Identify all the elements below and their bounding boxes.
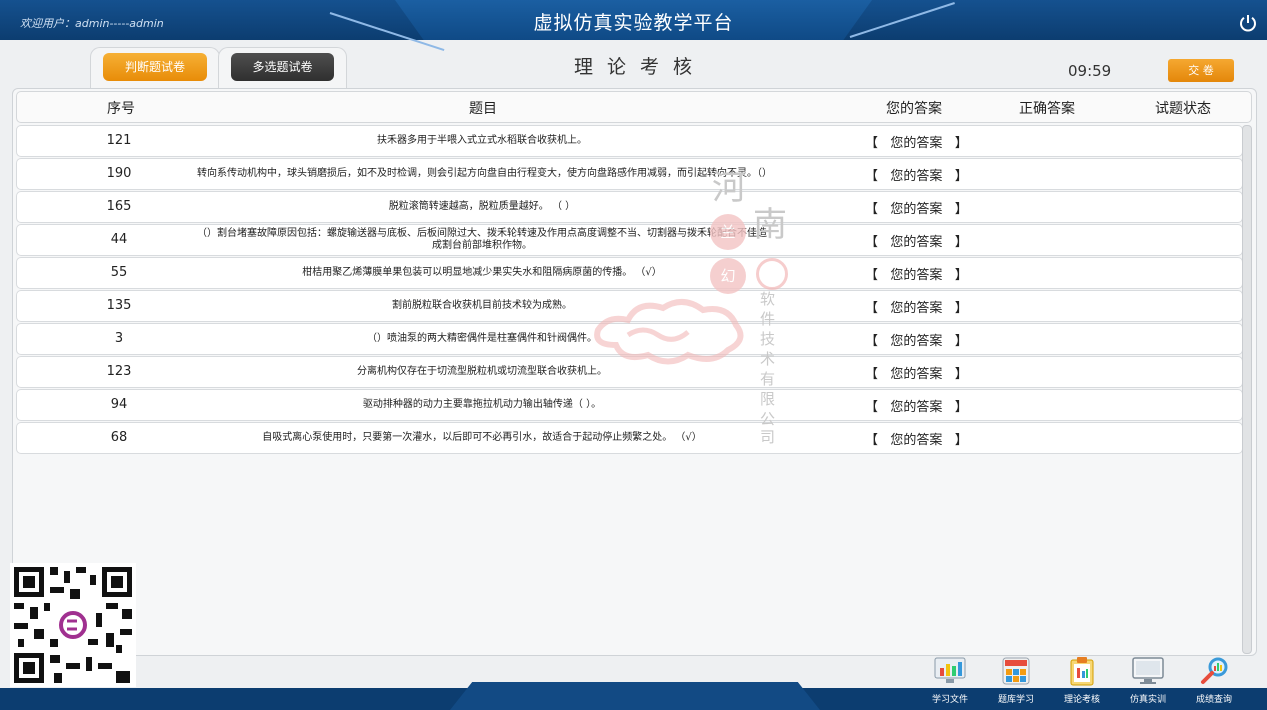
- question-number: 135: [106, 298, 132, 313]
- clipboard-icon: [1070, 657, 1094, 686]
- nav-label: 学习文件: [931, 695, 968, 705]
- watermark-char: 术: [760, 350, 776, 368]
- answer-select[interactable]: 【 您的答案 】: [865, 165, 968, 184]
- watermark-char: 有: [760, 370, 776, 388]
- watermark-char: 南: [753, 205, 787, 245]
- question-number: 3: [114, 331, 124, 346]
- col-question: 题目: [469, 101, 497, 117]
- question-number: 190: [106, 166, 132, 181]
- table-row: 94 驱动排种器的动力主要靠拖拉机动力输出轴传递（ ）。 【 您的答案 】: [16, 389, 1243, 421]
- question-number: 94: [110, 397, 128, 412]
- col-status: 试题状态: [1155, 101, 1211, 117]
- question-text: 脱粒滚筒转速越高，脱粒质量越好。 （ ）: [388, 201, 576, 212]
- question-text: 柑桔用聚乙烯薄膜单果包装可以明显地减少果实失水和阻隔病原菌的传播。 （√）: [302, 267, 662, 278]
- submit-button[interactable]: 交 卷: [1168, 59, 1234, 82]
- question-number: 165: [106, 199, 132, 214]
- table-scrollbar[interactable]: [1242, 125, 1252, 654]
- nav-question-bank[interactable]: 题库学习: [984, 656, 1048, 705]
- table-row: 121 扶禾器多用于半喂入式立式水稻联合收获机上。 【 您的答案 】: [16, 125, 1243, 157]
- nav-label: 题库学习: [997, 695, 1034, 705]
- nav-simulation-training[interactable]: 仿真实训: [1116, 656, 1180, 705]
- col-your-answer: 您的答案: [886, 101, 942, 117]
- answer-select[interactable]: 【 您的答案 】: [865, 297, 968, 316]
- tab-multiple-choice[interactable]: 多选题试卷: [218, 47, 347, 88]
- watermark-seal: 幻: [710, 258, 746, 294]
- answer-select[interactable]: 【 您的答案 】: [865, 330, 968, 349]
- tab-judgment-label[interactable]: 判断题试卷: [103, 53, 207, 81]
- app-title: 虚拟仿真实验教学平台: [533, 12, 734, 34]
- table-row: 68 自吸式离心泵使用时，只要第一次灌水，以后即可不必再引水，故适合于起动停止频…: [16, 422, 1243, 454]
- answer-select[interactable]: 【 您的答案 】: [865, 363, 968, 382]
- table-row: 190 转向系传动机构中，球头销磨损后，如不及时检调，则会引起方向盘自由行程变大…: [16, 158, 1243, 190]
- col-correct-answer: 正确答案: [1019, 101, 1075, 117]
- watermark-char: 件: [760, 310, 776, 328]
- question-text: 转向系传动机构中，球头销磨损后，如不及时检调，则会引起方向盘自由行程变大，使方向…: [197, 168, 772, 179]
- nav-study-files[interactable]: 学习文件: [918, 656, 982, 705]
- table-row: 55 柑桔用聚乙烯薄膜单果包装可以明显地减少果实失水和阻隔病原菌的传播。 （√）…: [16, 257, 1243, 289]
- question-text: 扶禾器多用于半喂入式立式水稻联合收获机上。: [377, 135, 587, 146]
- question-number: 121: [106, 133, 132, 148]
- bottom-bar-plate: [450, 682, 820, 710]
- cloud-logo-watermark: [594, 299, 744, 365]
- power-icon[interactable]: [1238, 13, 1258, 33]
- watermark-seal: 兰: [710, 214, 746, 250]
- question-number: 123: [106, 364, 132, 379]
- tab-multiple-choice-label[interactable]: 多选题试卷: [231, 53, 334, 81]
- nav-score-query[interactable]: 成绩查询: [1182, 656, 1246, 705]
- watermark-char: 软: [760, 290, 776, 308]
- watermark-ring: [756, 258, 788, 290]
- answer-select[interactable]: 【 您的答案 】: [865, 231, 968, 250]
- question-text: 自吸式离心泵使用时，只要第一次灌水，以后即可不必再引水，故适合于起动停止频繁之处…: [262, 432, 702, 443]
- question-number: 55: [110, 265, 128, 280]
- answer-select[interactable]: 【 您的答案 】: [865, 198, 968, 217]
- tab-judgment[interactable]: 判断题试卷: [90, 47, 220, 88]
- answer-select[interactable]: 【 您的答案 】: [865, 264, 968, 283]
- watermark-char: 司: [760, 428, 776, 446]
- question-text: 驱动排种器的动力主要靠拖拉机动力输出轴传递（ ）。: [362, 399, 602, 410]
- question-bank-icon: [1002, 657, 1030, 685]
- qr-code: [10, 563, 136, 687]
- nav-theory-exam[interactable]: 理论考核: [1050, 656, 1114, 705]
- table-row: 165 脱粒滚筒转速越高，脱粒质量越好。 （ ） 【 您的答案 】: [16, 191, 1243, 223]
- chart-monitor-icon: [934, 657, 966, 683]
- question-number: 68: [110, 430, 128, 445]
- countdown-timer: 09:59: [1068, 62, 1112, 80]
- watermark-char: 限: [760, 390, 776, 408]
- question-text: （）割台堵塞故障原因包括：螺旋输送器与底板、后板间隙过大、拨禾轮转速及作用点高度…: [197, 228, 767, 251]
- watermark-char: 河: [712, 168, 746, 208]
- table-row: 44 （）割台堵塞故障原因包括：螺旋输送器与底板、后板间隙过大、拨禾轮转速及作用…: [16, 224, 1243, 256]
- question-number: 44: [110, 232, 128, 247]
- monitor-icon: [1132, 657, 1164, 684]
- answer-select[interactable]: 【 您的答案 】: [865, 396, 968, 415]
- search-icon: [1201, 657, 1228, 684]
- answer-select[interactable]: 【 您的答案 】: [865, 132, 968, 151]
- table-header: 序号 题目 您的答案 正确答案 试题状态: [16, 91, 1252, 123]
- answer-select[interactable]: 【 您的答案 】: [865, 429, 968, 448]
- col-number: 序号: [107, 101, 135, 117]
- nav-label: 成绩查询: [1195, 695, 1232, 705]
- watermark-char: 技: [760, 330, 776, 348]
- nav-label: 仿真实训: [1129, 695, 1166, 705]
- exam-title: 理 论 考 核: [573, 56, 697, 78]
- nav-label: 理论考核: [1063, 695, 1100, 705]
